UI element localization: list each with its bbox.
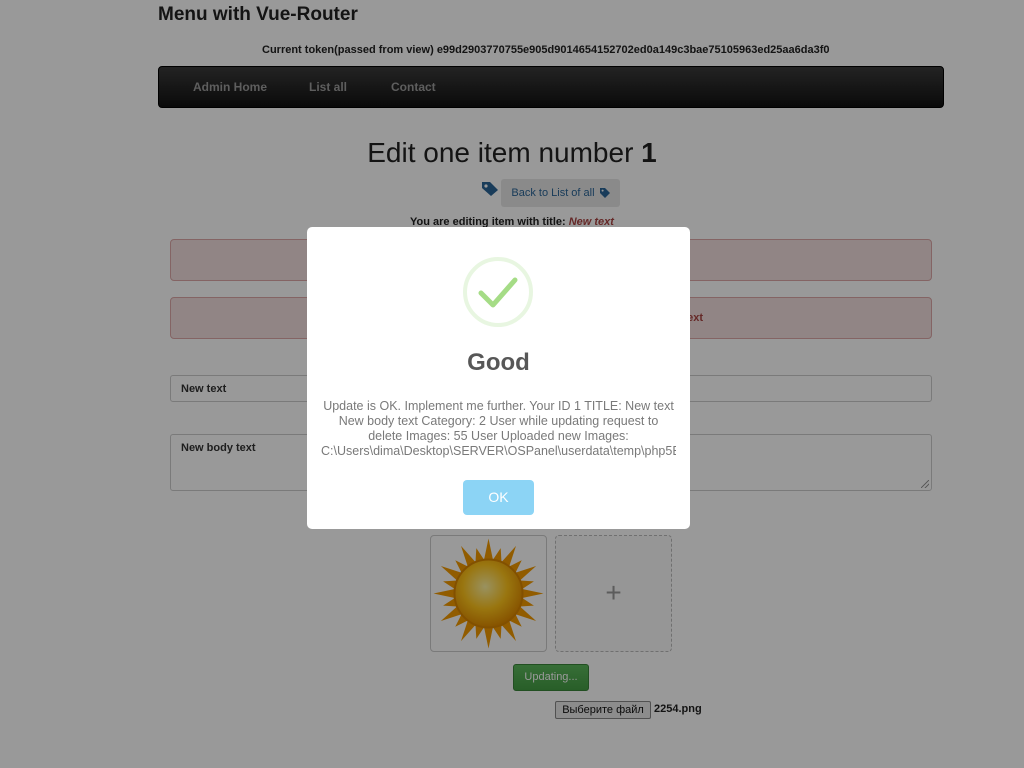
success-dialog: Good Update is OK. Implement me further.… bbox=[307, 227, 690, 529]
ok-button[interactable]: OK bbox=[463, 480, 534, 515]
dialog-title: Good bbox=[467, 349, 530, 376]
checkmark-icon bbox=[478, 277, 518, 308]
dialog-message: Update is OK. Implement me further. Your… bbox=[321, 399, 676, 458]
success-circle bbox=[463, 257, 533, 327]
